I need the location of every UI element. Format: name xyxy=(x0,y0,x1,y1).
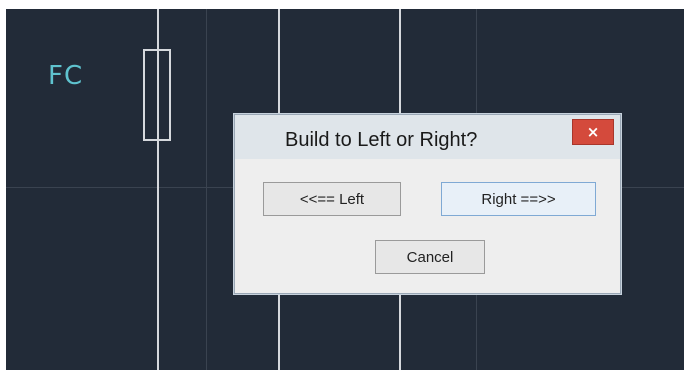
right-button[interactable]: Right ==>> xyxy=(441,182,596,216)
cad-viewport[interactable]: FC Build to Left or Right? × <<== Left R… xyxy=(6,9,684,370)
cancel-button[interactable]: Cancel xyxy=(375,240,485,274)
close-icon: × xyxy=(586,123,600,141)
close-button[interactable]: × xyxy=(572,119,614,145)
dialog-titlebar: Build to Left or Right? × xyxy=(235,115,620,159)
dialog-title: Build to Left or Right? xyxy=(285,129,478,151)
build-direction-dialog: Build to Left or Right? × <<== Left Righ… xyxy=(234,114,621,294)
fc-label: FC xyxy=(48,61,84,91)
column-rectangle xyxy=(143,49,171,141)
left-button[interactable]: <<== Left xyxy=(263,182,401,216)
grid-line-vertical xyxy=(206,9,207,370)
